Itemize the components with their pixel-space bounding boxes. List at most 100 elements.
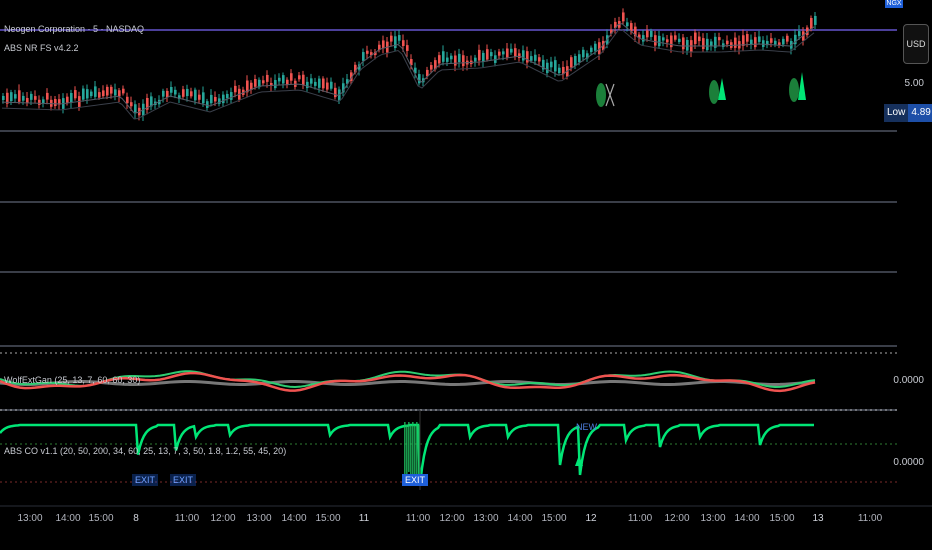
time-tick: 12:00	[210, 513, 236, 524]
time-tick: 12	[585, 513, 597, 524]
oscillator-2-label[interactable]: ABS CO v1.1 (20, 50, 200, 34, 60, 25, 13…	[4, 446, 286, 456]
candle	[478, 49, 481, 61]
candle	[658, 35, 661, 47]
candle	[662, 37, 665, 41]
candle	[14, 94, 17, 99]
time-tick: 11:00	[857, 513, 883, 524]
candle	[654, 35, 657, 46]
candle	[458, 53, 461, 63]
oscillator-1-value: 0.0000	[893, 375, 924, 386]
candle	[650, 30, 653, 37]
new-marker: NEW	[576, 422, 597, 432]
candle	[282, 75, 285, 84]
candle	[26, 97, 29, 103]
candle	[670, 35, 673, 48]
candle	[482, 52, 485, 63]
chart-workspace[interactable]: Neogen Corporation · 5 · NASDAQ ABS NR F…	[0, 0, 932, 550]
candle	[666, 39, 669, 43]
histogram-bar	[406, 425, 408, 480]
candle	[310, 78, 313, 84]
exit-marker: EXIT	[170, 474, 197, 486]
candle	[770, 38, 773, 43]
candle	[546, 62, 549, 73]
oscillator-1-label[interactable]: WolfExtGan (25, 13, 7, 60, 60, 30)	[4, 375, 140, 385]
up-arrow-icon	[798, 72, 806, 100]
candle	[438, 55, 441, 64]
candle	[66, 96, 69, 103]
low-label: Low	[887, 107, 906, 118]
time-tick: 14:00	[281, 513, 307, 524]
candle	[502, 51, 505, 55]
candle	[306, 81, 309, 89]
histogram-bar	[404, 422, 406, 482]
candle	[326, 82, 329, 90]
histogram-bar	[414, 425, 416, 475]
candle	[530, 56, 533, 61]
histogram-bar	[412, 422, 414, 477]
candle	[170, 86, 173, 93]
candle	[110, 86, 113, 94]
candle	[230, 92, 233, 100]
candle	[70, 92, 73, 103]
candle	[702, 38, 705, 50]
candle	[418, 74, 421, 84]
up-arrow-icon	[718, 78, 726, 100]
low-price-badge: Low 4.89	[884, 104, 932, 122]
candle	[590, 47, 593, 52]
candle	[522, 50, 525, 61]
candle	[406, 45, 409, 51]
candle	[274, 80, 277, 89]
candle	[86, 89, 89, 99]
symbol-title[interactable]: Neogen Corporation · 5 · NASDAQ	[4, 24, 144, 34]
candle	[674, 35, 677, 40]
candle	[126, 96, 129, 104]
candle	[786, 35, 789, 42]
time-tick: 11:00	[174, 513, 200, 524]
low-value: 4.89	[908, 104, 932, 122]
candle	[550, 61, 553, 68]
candle	[54, 99, 57, 106]
candle	[186, 88, 189, 97]
currency-button[interactable]: USD	[903, 24, 929, 64]
candle	[334, 87, 337, 98]
candle	[570, 57, 573, 68]
candle	[302, 74, 305, 86]
candle	[626, 22, 629, 27]
candle	[254, 79, 257, 87]
candle	[814, 15, 817, 25]
candle	[506, 48, 509, 58]
candle	[446, 57, 449, 62]
candle	[74, 90, 77, 99]
candle	[106, 86, 109, 96]
time-tick: 14:00	[734, 513, 760, 524]
candle	[102, 90, 105, 97]
candle	[450, 55, 453, 60]
time-tick: 14:00	[55, 513, 81, 524]
candle	[758, 36, 761, 42]
candle	[582, 49, 585, 58]
signal-marker	[596, 83, 606, 107]
candle	[538, 57, 541, 62]
chart-canvas[interactable]	[0, 0, 932, 550]
indicator-label-absnr[interactable]: ABS NR FS v4.2.2	[4, 43, 79, 53]
candle	[382, 40, 385, 49]
candle	[198, 94, 201, 100]
candle	[46, 92, 49, 100]
candle	[678, 38, 681, 42]
symbol-price-tag: NGX	[885, 0, 903, 8]
candle	[162, 90, 165, 97]
candle	[90, 91, 93, 97]
candle	[222, 94, 225, 104]
candle	[694, 32, 697, 44]
candle	[430, 65, 433, 70]
candle	[726, 40, 729, 45]
candle	[210, 94, 213, 104]
time-tick: 15:00	[88, 513, 114, 524]
candle	[190, 91, 193, 97]
candle	[514, 48, 517, 57]
candle	[318, 78, 321, 88]
candle	[2, 95, 5, 101]
histogram-bar	[418, 425, 420, 480]
candle	[10, 92, 13, 102]
candle	[622, 12, 625, 22]
